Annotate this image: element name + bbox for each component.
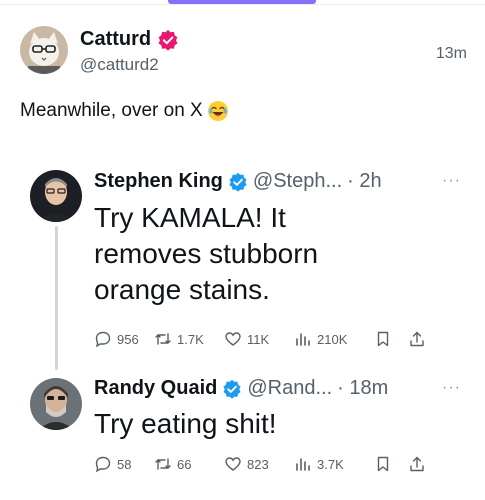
- author-row: Catturd: [80, 28, 179, 51]
- author-handle[interactable]: @catturd2: [80, 55, 159, 75]
- share-button[interactable]: [408, 455, 428, 473]
- reply-count: 956: [117, 331, 139, 347]
- reply-text-line: orange stains.: [94, 274, 270, 305]
- retweet-count: 1.7K: [177, 331, 204, 347]
- share-icon: [410, 331, 424, 347]
- heart-icon: [225, 457, 241, 471]
- more-options-icon[interactable]: ···: [442, 172, 461, 190]
- reply-action-bar: 58 66 823 3.7K: [94, 453, 455, 475]
- views-count: 3.7K: [317, 456, 344, 472]
- retweet-icon: [155, 458, 171, 470]
- share-button[interactable]: [408, 330, 428, 348]
- views-button[interactable]: 210K: [294, 330, 374, 348]
- heart-icon: [225, 332, 241, 346]
- avatar[interactable]: [30, 170, 82, 222]
- retweet-button[interactable]: 66: [154, 455, 224, 473]
- reply-author-row: Stephen King @Steph... · 2h: [94, 170, 382, 193]
- retweet-icon: [155, 333, 171, 345]
- reply-author-name[interactable]: Randy Quaid: [94, 377, 217, 400]
- views-icon: [296, 458, 310, 471]
- verified-badge-icon: [228, 172, 248, 192]
- comment-icon: [95, 456, 111, 473]
- post-text: Meanwhile, over on X: [20, 100, 229, 122]
- verified-badge-icon: [157, 29, 179, 51]
- reply-button[interactable]: 956: [94, 330, 154, 348]
- avatar[interactable]: [20, 26, 68, 74]
- reply-author-handle[interactable]: @Rand...: [247, 377, 332, 400]
- reply-author-row: Randy Quaid @Rand... · 18m: [94, 377, 388, 400]
- post-text-content: Meanwhile, over on X: [20, 100, 203, 121]
- divider: [0, 4, 485, 5]
- reply-text-line: Try KAMALA! It: [94, 202, 286, 233]
- laughing-emoji-icon: [207, 100, 229, 122]
- reply-author-handle[interactable]: @Steph...: [253, 170, 342, 193]
- avatar[interactable]: [30, 378, 82, 430]
- reply-timestamp[interactable]: · 2h: [347, 170, 381, 193]
- bookmark-button[interactable]: [374, 455, 408, 473]
- reply-author-name[interactable]: Stephen King: [94, 170, 223, 193]
- bookmark-button[interactable]: [374, 330, 408, 348]
- like-count: 11K: [247, 331, 270, 347]
- views-button[interactable]: 3.7K: [294, 455, 374, 473]
- retweet-button[interactable]: 1.7K: [154, 330, 224, 348]
- bookmark-icon: [377, 456, 389, 472]
- reply-text: Try eating shit!: [94, 406, 454, 442]
- like-button[interactable]: 823: [224, 455, 294, 473]
- reply-text-line: removes stubborn: [94, 238, 319, 269]
- reply-timestamp[interactable]: · 18m: [337, 377, 388, 400]
- more-options-icon[interactable]: ···: [442, 379, 461, 397]
- thread-connector-line: [55, 226, 58, 370]
- reply-count: 58: [117, 456, 132, 472]
- verified-badge-icon: [222, 379, 242, 399]
- comment-icon: [95, 331, 111, 348]
- retweet-count: 66: [177, 456, 192, 472]
- reply-button[interactable]: 58: [94, 455, 154, 473]
- bookmark-icon: [377, 331, 389, 347]
- like-count: 823: [247, 456, 269, 472]
- reply-text: Try KAMALA! It removes stubborn orange s…: [94, 200, 454, 308]
- share-icon: [410, 456, 424, 472]
- reply-action-bar: 956 1.7K 11K 210K: [94, 328, 455, 350]
- post-timestamp[interactable]: 13m: [436, 45, 467, 63]
- views-count: 210K: [317, 331, 348, 347]
- views-icon: [296, 333, 310, 346]
- like-button[interactable]: 11K: [224, 330, 294, 348]
- author-name[interactable]: Catturd: [80, 28, 151, 51]
- reply-text-line: Try eating shit!: [94, 408, 277, 439]
